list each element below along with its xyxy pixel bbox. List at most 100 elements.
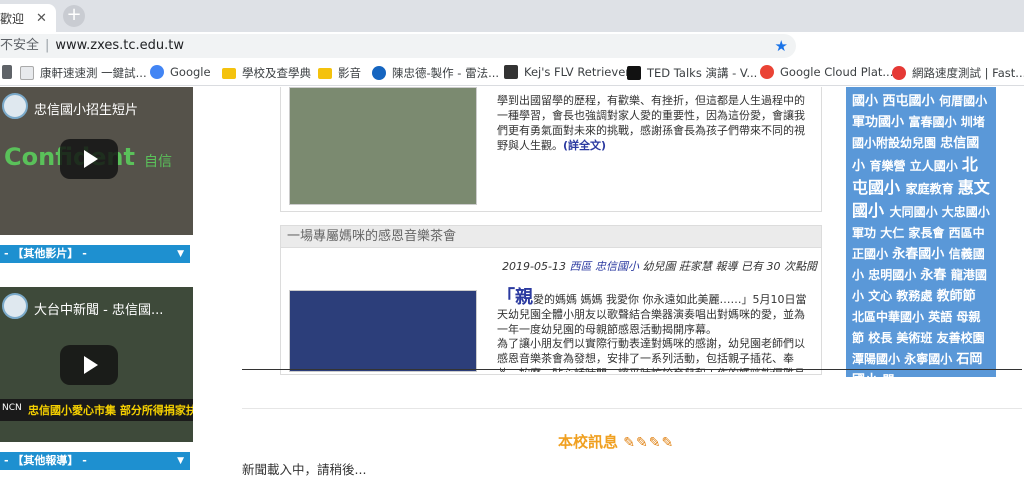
tag-link[interactable]: 文心 — [868, 289, 896, 303]
video-caption: 忠信國小愛心市集 部分所得捐家扶中心 — [28, 404, 193, 417]
read-more-link[interactable]: (詳全文) — [563, 139, 606, 152]
video-overlay-text: 自信 — [144, 154, 172, 170]
article-photo[interactable] — [289, 290, 477, 372]
url-text: www.zxes.tc.edu.tw — [55, 38, 184, 53]
section-divider — [242, 369, 1022, 370]
article-card: 一場專屬媽咪的感恩音樂茶會 2019-05-13 西區 忠信國小 幼兒園 莊家慧… — [280, 225, 822, 375]
tag-link[interactable]: 潭陽國小 — [852, 352, 904, 366]
speedtest-icon — [892, 66, 906, 80]
section-heading: 本校訊息 ✎✎✎✎ — [558, 431, 674, 452]
article-text: 學到出國留學的歷程，有歡樂、有挫折，但這都是人生過程中的一種學習，會長也強調對家… — [497, 94, 805, 152]
bookmark-item[interactable]: 網路速度測試 | Fast... — [892, 65, 1024, 81]
tag-link[interactable]: 閱 — [883, 373, 895, 377]
article-card: 學到出國留學的歷程，有歡樂、有挫折，但這都是人生過程中的一種學習，會長也強調對家… — [280, 87, 822, 212]
browser-tab[interactable]: 歡迎 ✕ — [0, 4, 56, 32]
bookmark-label: Kej's FLV Retriever — [524, 65, 630, 79]
insecure-label: 不安全 — [0, 38, 40, 53]
bookmark-star-icon[interactable]: ★ — [775, 34, 788, 58]
tag-link[interactable]: 校長 — [868, 331, 896, 345]
bookmark-apps[interactable] — [2, 65, 18, 79]
tag-link[interactable]: 富春國小 — [909, 115, 961, 129]
chevron-down-icon: ▼ — [177, 249, 184, 259]
bookmark-item[interactable]: 陳忠德-製作 - 雷法... — [372, 65, 499, 81]
bookmark-item[interactable]: Google — [150, 65, 211, 79]
video-title: 大台中新聞 - 忠信國... — [34, 303, 164, 318]
kej-icon — [504, 65, 518, 79]
gcp-icon — [760, 65, 774, 79]
page-content: 忠信國小招生短片 Confident 自信 - 【其他影片】 - ▼ 大台中新聞 … — [0, 87, 1024, 497]
article-text: 愛的媽媽 媽媽 我愛你 你永遠如此美麗……」5月10日當天幼兒園全體小朋友以歌聲… — [497, 293, 807, 336]
tag-cloud: 國小 西屯國小 何厝國小 軍功國小 富春國小 圳堵國小附設幼兒園 忠信國小 育樂… — [846, 87, 996, 377]
tag-link[interactable]: 永春國小 — [892, 247, 949, 262]
tag-link[interactable]: 北區中華國小 — [852, 310, 928, 324]
tag-link[interactable]: 育樂營 — [870, 159, 910, 173]
bookmark-item[interactable]: Kej's FLV Retriever — [504, 65, 630, 79]
article-org-link[interactable]: 西區 忠信國小 — [570, 260, 640, 273]
other-reports-select[interactable]: - 【其他報導】 - ▼ — [0, 452, 190, 470]
tag-link[interactable]: 大仁 — [880, 226, 908, 240]
tag-link[interactable]: 家庭教育 — [906, 182, 958, 196]
bookmark-folder[interactable]: 影音 — [318, 65, 361, 81]
bookmark-label: Google Cloud Plat... — [780, 65, 894, 79]
section-title: 本校訊息 — [558, 433, 619, 451]
tag-link[interactable]: 英語 — [928, 310, 956, 324]
ted-icon — [627, 66, 641, 80]
bookmark-item[interactable]: TED Talks 演講 - V... — [627, 65, 757, 81]
tag-link[interactable]: 大忠國小 — [942, 205, 990, 219]
globe-icon — [372, 66, 386, 80]
video-player[interactable]: 大台中新聞 - 忠信國... NCN 忠信國小愛心市集 部分所得捐家扶中心 — [0, 287, 193, 442]
tag-link[interactable]: 國小 — [852, 94, 883, 109]
folder-icon — [318, 67, 332, 79]
address-bar[interactable]: 不安全 | www.zxes.tc.edu.tw ★ — [0, 34, 796, 58]
section-divider — [242, 408, 1022, 409]
tag-link[interactable]: 軍功國小 — [852, 115, 909, 130]
bookmark-label: 影音 — [338, 66, 361, 80]
bookmarks-bar: 康軒速速測 一鍵試... Google 學校及查學典 影音 陳忠德-製作 - 雷… — [0, 60, 1024, 86]
tag-link[interactable]: 永寧國小 — [904, 352, 956, 366]
tab-title: 歡迎 — [0, 12, 25, 26]
url-separator: | — [45, 38, 50, 53]
tag-link[interactable]: 永春 — [920, 268, 951, 283]
article-text: 為了讓小朋友們以實際行動表達對媽咪的感謝，幼兒園老師們以感恩音樂茶會為發想，安排… — [497, 337, 805, 372]
article-date: 2019-05-13 — [502, 260, 566, 273]
page-icon — [20, 66, 34, 80]
video-title: 忠信國小招生短片 — [34, 103, 139, 118]
school-logo-icon — [2, 93, 28, 119]
tag-cloud-list: 國小 西屯國小 何厝國小 軍功國小 富春國小 圳堵國小附設幼兒園 忠信國小 育樂… — [852, 91, 990, 377]
google-icon — [150, 65, 164, 79]
news-tag: NCN — [2, 403, 22, 413]
tag-link[interactable]: 立人國小 — [910, 159, 962, 173]
bookmark-label: 學校及查學典 — [242, 66, 311, 80]
chevron-down-icon: ▼ — [177, 456, 184, 466]
tag-link[interactable]: 軍功 — [852, 226, 880, 240]
tag-link[interactable]: 西屯國小 — [883, 94, 940, 109]
play-icon[interactable] — [60, 139, 118, 179]
tag-link[interactable]: 美術班 — [896, 331, 936, 345]
close-icon[interactable]: ✕ — [36, 11, 47, 26]
bookmark-folder[interactable]: 學校及查學典 — [222, 65, 311, 81]
tab-strip: 歡迎 ✕ + — [0, 0, 1024, 32]
video-player[interactable]: 忠信國小招生短片 Confident 自信 — [0, 87, 193, 235]
article-summary: 學到出國留學的歷程，有歡樂、有挫折，但這都是人生過程中的一種學習，會長也強調對家… — [497, 93, 815, 153]
new-tab-button[interactable]: + — [63, 5, 85, 27]
tag-link[interactable]: 家長會 — [908, 226, 948, 240]
tag-link[interactable]: 忠明國小 — [868, 268, 920, 282]
tag-link[interactable]: 何厝國小 — [939, 94, 987, 108]
article-meta: 2019-05-13 西區 忠信國小 幼兒園 莊家慧 報導 已有 30 次點閱 — [502, 258, 817, 274]
tag-link[interactable]: 大同國小 — [890, 205, 942, 219]
folder-icon — [222, 67, 236, 79]
tag-link[interactable]: 教師節 — [937, 289, 976, 304]
apps-icon — [2, 65, 12, 79]
bookmark-label: 康軒速速測 一鍵試... — [40, 66, 147, 80]
tag-link[interactable]: 友善校園 — [937, 331, 985, 345]
bookmark-item[interactable]: Google Cloud Plat... — [760, 65, 893, 79]
loading-text: 新聞載入中，請稍後... — [242, 462, 367, 477]
other-videos-select[interactable]: - 【其他影片】 - ▼ — [0, 245, 190, 263]
select-label: - 【其他報導】 - — [4, 454, 87, 467]
play-icon[interactable] — [60, 345, 118, 385]
article-title[interactable]: 一場專屬媽咪的感恩音樂茶會 — [281, 226, 821, 248]
school-logo-icon — [2, 293, 28, 319]
tag-link[interactable]: 教務處 — [896, 289, 936, 303]
article-photo[interactable] — [289, 87, 477, 205]
bookmark-item[interactable]: 康軒速速測 一鍵試... — [20, 65, 147, 81]
